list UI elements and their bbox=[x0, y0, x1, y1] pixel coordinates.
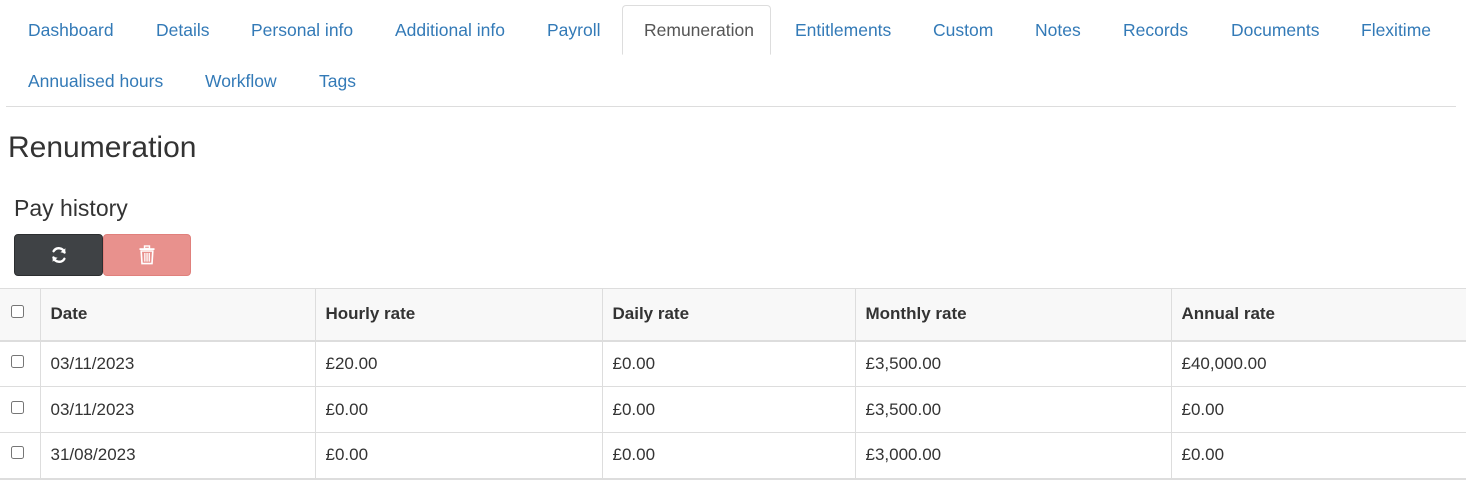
tab-additional-info[interactable]: Additional info bbox=[373, 5, 527, 55]
table-row[interactable]: 31/08/2023 £0.00 £0.00 £3,000.00 £0.00 bbox=[0, 432, 1466, 480]
tab-dashboard[interactable]: Dashboard bbox=[6, 5, 136, 55]
tab-workflow[interactable]: Workflow bbox=[183, 56, 299, 106]
row-select-cell bbox=[0, 386, 40, 433]
table-row[interactable]: 03/11/2023 £20.00 £0.00 £3,500.00 £40,00… bbox=[0, 340, 1466, 387]
tab-remuneration[interactable]: Remuneration bbox=[622, 5, 771, 55]
row-checkbox[interactable] bbox=[11, 400, 25, 414]
tab-payroll[interactable]: Payroll bbox=[525, 5, 623, 55]
column-header-annual-rate[interactable]: Annual rate bbox=[1170, 288, 1466, 342]
tab-tags[interactable]: Tags bbox=[297, 56, 378, 106]
tab-notes[interactable]: Notes bbox=[1013, 5, 1103, 55]
table-header-row: Date Hourly rate Daily rate Monthly rate… bbox=[0, 288, 1466, 342]
tab-custom[interactable]: Custom bbox=[911, 5, 1015, 55]
table-row[interactable]: 03/11/2023 £0.00 £0.00 £3,500.00 £0.00 bbox=[0, 386, 1466, 433]
daily-rate-cell: £0.00 bbox=[601, 386, 855, 433]
hourly-rate-cell: £20.00 bbox=[314, 340, 602, 387]
tab-documents[interactable]: Documents bbox=[1209, 5, 1342, 55]
tab-details[interactable]: Details bbox=[134, 5, 232, 55]
monthly-rate-cell: £3,500.00 bbox=[854, 386, 1171, 433]
column-header-hourly-rate[interactable]: Hourly rate bbox=[314, 288, 602, 342]
tab-flexitime[interactable]: Flexitime bbox=[1339, 5, 1453, 55]
pay-history-table: Date Hourly rate Daily rate Monthly rate… bbox=[0, 288, 1466, 480]
monthly-rate-cell: £3,000.00 bbox=[854, 432, 1171, 480]
row-checkbox[interactable] bbox=[11, 354, 25, 368]
row-select-cell bbox=[0, 432, 40, 480]
date-cell: 03/11/2023 bbox=[39, 386, 315, 433]
annual-rate-cell: £0.00 bbox=[1170, 386, 1466, 433]
select-all-cell bbox=[0, 288, 40, 342]
daily-rate-cell: £0.00 bbox=[601, 432, 855, 480]
hourly-rate-cell: £0.00 bbox=[314, 432, 602, 480]
tab-bar: Dashboard Details Personal info Addition… bbox=[6, 5, 1456, 107]
annual-rate-cell: £0.00 bbox=[1170, 432, 1466, 480]
tab-personal-info[interactable]: Personal info bbox=[229, 5, 375, 55]
tab-entitlements[interactable]: Entitlements bbox=[773, 5, 913, 55]
tab-annualised-hours[interactable]: Annualised hours bbox=[6, 56, 185, 106]
tab-records[interactable]: Records bbox=[1101, 5, 1210, 55]
refresh-icon bbox=[51, 247, 66, 263]
section-title: Pay history bbox=[14, 195, 128, 221]
trash-icon bbox=[139, 245, 155, 265]
row-select-cell bbox=[0, 340, 40, 387]
delete-button[interactable] bbox=[103, 234, 191, 276]
column-header-date[interactable]: Date bbox=[39, 288, 315, 342]
refresh-button[interactable] bbox=[14, 234, 103, 276]
page-title: Renumeration bbox=[8, 131, 197, 164]
monthly-rate-cell: £3,500.00 bbox=[854, 340, 1171, 387]
column-header-monthly-rate[interactable]: Monthly rate bbox=[854, 288, 1171, 342]
daily-rate-cell: £0.00 bbox=[601, 340, 855, 387]
hourly-rate-cell: £0.00 bbox=[314, 386, 602, 433]
date-cell: 03/11/2023 bbox=[39, 340, 315, 387]
date-cell: 31/08/2023 bbox=[39, 432, 315, 480]
select-all-checkbox[interactable] bbox=[11, 305, 25, 319]
row-checkbox[interactable] bbox=[11, 446, 25, 460]
column-header-daily-rate[interactable]: Daily rate bbox=[601, 288, 855, 342]
annual-rate-cell: £40,000.00 bbox=[1170, 340, 1466, 387]
